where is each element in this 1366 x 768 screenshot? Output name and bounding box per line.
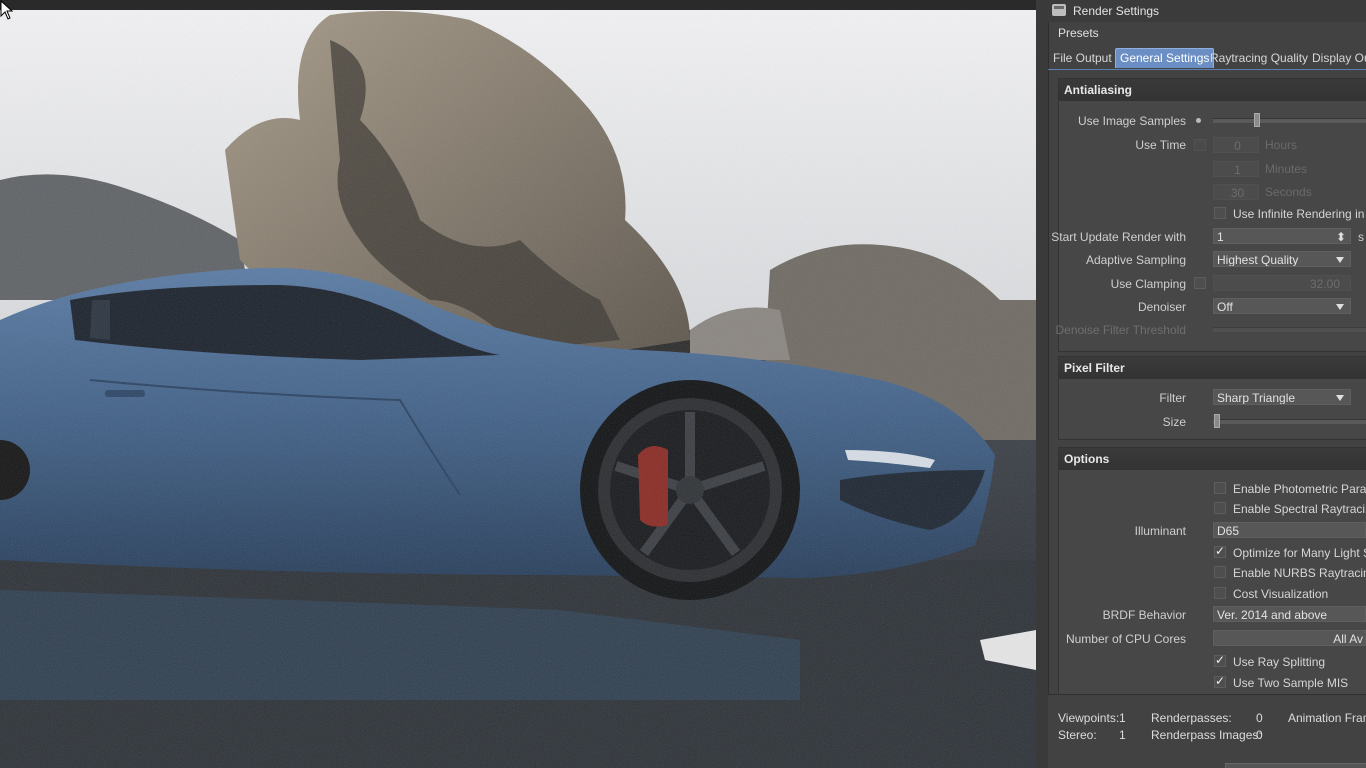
denoise-threshold-slider[interactable] (1213, 327, 1366, 332)
settings-tabs: File Output General Settings Raytracing … (1048, 47, 1366, 70)
adaptive-sampling-dropdown[interactable]: Highest Quality (1213, 251, 1351, 267)
clamping-value-field[interactable]: 32.00 (1213, 275, 1351, 291)
use-infinite-rendering-label: Use Infinite Rendering in V (1233, 207, 1366, 221)
use-image-samples-radio[interactable] (1196, 118, 1201, 123)
panel-title-bar: Render Settings (1048, 0, 1366, 22)
photometric-checkbox[interactable] (1214, 482, 1226, 494)
cpu-cores-field[interactable]: All Av (1213, 630, 1366, 646)
ray-splitting-label: Use Ray Splitting (1233, 655, 1326, 669)
renderpass-images-value: 0 (1256, 728, 1263, 742)
tab-file-output[interactable]: File Output (1049, 49, 1116, 68)
photometric-label: Enable Photometric Param (1233, 482, 1366, 496)
optimize-many-lights-label: Optimize for Many Light S (1233, 546, 1366, 560)
rendered-scene-image (0, 0, 1036, 768)
use-infinite-rendering-checkbox[interactable] (1214, 207, 1226, 219)
viewpoints-value: 1 (1119, 711, 1126, 725)
stereo-value: 1 (1119, 728, 1126, 742)
denoiser-label: Denoiser (1137, 300, 1186, 314)
start-update-unit: s (1358, 230, 1364, 244)
mouse-cursor-icon (0, 0, 14, 20)
brdf-behavior-label: BRDF Behavior (1102, 608, 1186, 622)
renderpasses-label: Renderpasses: (1151, 711, 1232, 725)
tab-display-output[interactable]: Display Ou (1308, 49, 1366, 68)
minutes-unit: Minutes (1265, 162, 1308, 176)
antialiasing-header[interactable]: Antialiasing (1059, 79, 1366, 101)
tab-raytracing-quality[interactable]: Raytracing Quality (1206, 49, 1312, 68)
use-time-checkbox[interactable] (1194, 139, 1206, 151)
renderpasses-value: 0 (1256, 711, 1263, 725)
size-slider-track[interactable] (1213, 419, 1366, 424)
panel-title: Render Settings (1073, 4, 1160, 18)
denoiser-dropdown[interactable]: Off (1213, 298, 1351, 314)
illuminant-field[interactable]: D65 (1213, 522, 1366, 538)
filter-label: Filter (1159, 391, 1186, 405)
spectral-raytracing-checkbox[interactable] (1214, 502, 1226, 514)
render-viewport[interactable] (0, 0, 1036, 768)
presets-menu[interactable]: Presets (1058, 26, 1099, 40)
illuminant-label: Illuminant (1134, 524, 1186, 538)
use-image-samples-label: Use Image Samples (1077, 114, 1186, 128)
adaptive-sampling-label: Adaptive Sampling (1085, 253, 1186, 267)
two-sample-mis-label: Use Two Sample MIS (1233, 676, 1349, 690)
use-clamping-label: Use Clamping (1110, 277, 1186, 291)
denoise-threshold-label: Denoise Filter Threshold (1055, 323, 1186, 337)
pixel-filter-header[interactable]: Pixel Filter (1059, 357, 1366, 379)
seconds-field[interactable]: 30 (1213, 184, 1259, 200)
cpu-cores-label: Number of CPU Cores (1065, 632, 1186, 646)
render-status-bar: Viewpoints: 1 Stereo: 1 Renderpasses: 0 … (1048, 694, 1366, 768)
optimize-many-lights-checkbox[interactable] (1214, 544, 1226, 558)
filter-dropdown[interactable]: Sharp Triangle (1213, 389, 1351, 405)
ray-splitting-checkbox[interactable] (1214, 653, 1226, 667)
viewpoints-label: Viewpoints: (1058, 711, 1120, 725)
use-time-label: Use Time (1135, 138, 1186, 152)
size-label: Size (1162, 415, 1186, 429)
two-sample-mis-checkbox[interactable] (1214, 674, 1226, 688)
nurbs-raytracing-label: Enable NURBS Raytracing (1233, 566, 1366, 580)
brdf-behavior-dropdown[interactable]: Ver. 2014 and above (1213, 606, 1366, 622)
nurbs-raytracing-checkbox[interactable] (1214, 566, 1226, 578)
image-samples-slider-handle[interactable] (1254, 113, 1260, 127)
size-slider-handle[interactable] (1214, 414, 1220, 428)
panel-splitter[interactable] (1036, 0, 1049, 768)
start-update-render-label: Start Update Render with (1051, 230, 1186, 244)
image-samples-slider-track[interactable] (1213, 118, 1366, 123)
cost-visualization-label: Cost Visualization (1233, 587, 1329, 601)
seconds-unit: Seconds (1265, 185, 1312, 199)
use-clamping-checkbox[interactable] (1194, 277, 1206, 289)
options-header[interactable]: Options (1059, 448, 1366, 470)
tab-general-settings[interactable]: General Settings (1115, 48, 1215, 68)
hours-field[interactable]: 0 (1213, 137, 1259, 153)
minutes-field[interactable]: 1 (1213, 161, 1259, 177)
render-settings-panel: Render Settings Presets File Output Gene… (1036, 0, 1366, 768)
cost-visualization-checkbox[interactable] (1214, 587, 1226, 599)
render-button[interactable] (1225, 763, 1366, 768)
animation-frames-label: Animation Fram (1288, 711, 1366, 725)
hours-unit: Hours (1265, 138, 1298, 152)
start-update-render-spinner[interactable]: 1 (1213, 228, 1351, 244)
stereo-label: Stereo: (1058, 728, 1097, 742)
render-settings-icon (1052, 4, 1066, 16)
spectral-raytracing-label: Enable Spectral Raytracing (1233, 502, 1366, 516)
renderpass-images-label: Renderpass Images: (1151, 728, 1262, 742)
